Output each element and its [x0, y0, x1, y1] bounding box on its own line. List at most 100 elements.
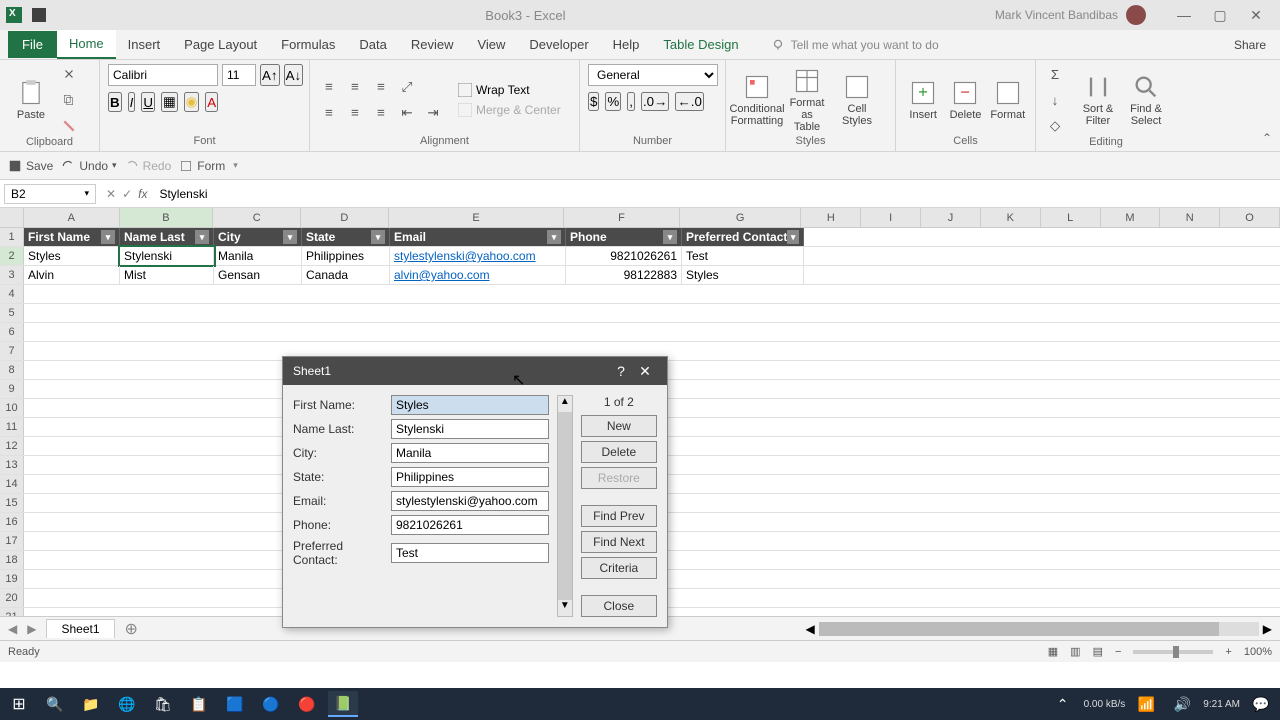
delete-cells-button[interactable]: −Delete: [946, 79, 984, 121]
sheet-tab[interactable]: Sheet1: [46, 619, 114, 638]
input-first-name[interactable]: [391, 395, 549, 415]
app-icon[interactable]: 🟦: [220, 691, 250, 717]
minimize-button[interactable]: —: [1166, 2, 1202, 28]
paste-button[interactable]: Paste: [8, 79, 54, 121]
tell-me[interactable]: Tell me what you want to do: [771, 38, 939, 52]
input-email[interactable]: [391, 491, 549, 511]
col-header-f[interactable]: F: [564, 208, 680, 227]
align-right-button[interactable]: ≡: [370, 103, 392, 123]
input-pref-contact[interactable]: [391, 543, 549, 563]
cell[interactable]: Manila: [214, 247, 302, 265]
col-header-o[interactable]: O: [1220, 208, 1280, 227]
wrap-text-button[interactable]: Wrap Text: [458, 83, 561, 97]
close-form-button[interactable]: Close: [581, 595, 657, 617]
header-state[interactable]: State▾: [302, 228, 390, 246]
tab-home[interactable]: Home: [57, 30, 116, 59]
share-button[interactable]: Share: [1234, 38, 1266, 52]
autosum-button[interactable]: Σ: [1044, 64, 1066, 84]
scroll-up-button[interactable]: ▲: [558, 396, 572, 412]
fill-button[interactable]: ↓: [1044, 90, 1066, 110]
format-painter-button[interactable]: [58, 116, 80, 136]
cell[interactable]: stylestylenski@yahoo.com: [390, 247, 566, 265]
filter-icon[interactable]: ▾: [787, 230, 799, 244]
fill-color-button[interactable]: ◉: [184, 92, 200, 112]
scroll-down-button[interactable]: ▼: [558, 600, 572, 616]
chrome-icon[interactable]: 🔵: [256, 691, 286, 717]
filter-icon[interactable]: ▾: [371, 230, 385, 244]
cell[interactable]: Alvin: [24, 266, 120, 284]
enter-formula-button[interactable]: ✓: [122, 187, 132, 201]
tray-clock[interactable]: 9:21 AM: [1203, 699, 1240, 710]
col-header-h[interactable]: H: [801, 208, 861, 227]
tab-insert[interactable]: Insert: [116, 31, 173, 58]
dialog-close-button[interactable]: ✕: [633, 363, 657, 380]
restore-button[interactable]: Restore: [581, 467, 657, 489]
tray-network-icon[interactable]: 📶: [1131, 691, 1161, 717]
font-name-combo[interactable]: [108, 64, 218, 86]
hscroll-track[interactable]: [819, 622, 1259, 636]
align-top-button[interactable]: ≡: [318, 77, 340, 97]
cell[interactable]: Mist: [120, 266, 214, 284]
header-first-name[interactable]: First Name▾: [24, 228, 120, 246]
dialog-titlebar[interactable]: Sheet1 ? ✕: [283, 357, 667, 385]
close-button[interactable]: ✕: [1238, 2, 1274, 28]
formula-input[interactable]: Stylenski: [153, 185, 1280, 203]
percent-button[interactable]: %: [605, 92, 621, 111]
cut-button[interactable]: [58, 64, 80, 84]
align-left-button[interactable]: ≡: [318, 103, 340, 123]
cancel-formula-button[interactable]: ✕: [106, 187, 116, 201]
qat-customize[interactable]: ▾: [233, 160, 238, 171]
zoom-out-button[interactable]: −: [1115, 646, 1121, 658]
maximize-button[interactable]: ▢: [1202, 2, 1238, 28]
increase-decimal-button[interactable]: .0→: [641, 92, 669, 111]
cell[interactable]: Styles: [24, 247, 120, 265]
col-header-i[interactable]: I: [861, 208, 921, 227]
zoom-in-button[interactable]: +: [1225, 646, 1231, 658]
format-as-table-button[interactable]: Format as Table: [784, 67, 830, 133]
tray-volume-icon[interactable]: 🔊: [1167, 691, 1197, 717]
col-header-c[interactable]: C: [213, 208, 301, 227]
tab-page-layout[interactable]: Page Layout: [172, 31, 269, 58]
tab-view[interactable]: View: [465, 31, 517, 58]
name-box[interactable]: B2▾: [4, 184, 96, 204]
find-prev-button[interactable]: Find Prev: [581, 505, 657, 527]
cell[interactable]: Styles: [682, 266, 804, 284]
find-select-button[interactable]: Find & Select: [1124, 73, 1168, 127]
explorer-icon[interactable]: 📁: [76, 691, 106, 717]
zoom-level[interactable]: 100%: [1244, 646, 1272, 658]
decrease-decimal-button[interactable]: ←.0: [675, 92, 703, 111]
user-avatar[interactable]: [1126, 5, 1146, 25]
qat-form[interactable]: Form: [179, 159, 225, 173]
filter-icon[interactable]: ▾: [283, 230, 297, 244]
tab-table-design[interactable]: Table Design: [651, 31, 750, 58]
align-center-button[interactable]: ≡: [344, 103, 366, 123]
col-header-g[interactable]: G: [680, 208, 802, 227]
orientation-button[interactable]: ⤢: [396, 77, 418, 97]
input-state[interactable]: [391, 467, 549, 487]
tab-data[interactable]: Data: [347, 31, 398, 58]
edge-icon[interactable]: 🌐: [112, 691, 142, 717]
view-layout-button[interactable]: ▥: [1070, 645, 1080, 658]
new-button[interactable]: New: [581, 415, 657, 437]
app2-icon[interactable]: 🔴: [292, 691, 322, 717]
col-header-n[interactable]: N: [1160, 208, 1220, 227]
delete-button[interactable]: Delete: [581, 441, 657, 463]
italic-button[interactable]: I: [128, 92, 136, 112]
record-scrollbar[interactable]: ▲ ▼: [557, 395, 573, 617]
currency-button[interactable]: $: [588, 92, 599, 111]
comma-button[interactable]: ,: [627, 92, 635, 111]
task-icon[interactable]: 📋: [184, 691, 214, 717]
col-header-k[interactable]: K: [981, 208, 1041, 227]
sheet-nav-next[interactable]: ▶: [27, 622, 36, 636]
col-header-d[interactable]: D: [301, 208, 389, 227]
increase-indent-button[interactable]: ⇥: [422, 103, 444, 123]
view-break-button[interactable]: ▤: [1093, 645, 1103, 658]
start-button[interactable]: ⊞: [4, 691, 34, 717]
input-name-last[interactable]: [391, 419, 549, 439]
notifications-button[interactable]: 💬: [1246, 691, 1276, 717]
insert-cells-button[interactable]: +Insert: [904, 79, 942, 121]
header-email[interactable]: Email▾: [390, 228, 566, 246]
header-city[interactable]: City▾: [214, 228, 302, 246]
filter-icon[interactable]: ▾: [195, 230, 209, 244]
col-header-b[interactable]: B: [120, 208, 214, 227]
